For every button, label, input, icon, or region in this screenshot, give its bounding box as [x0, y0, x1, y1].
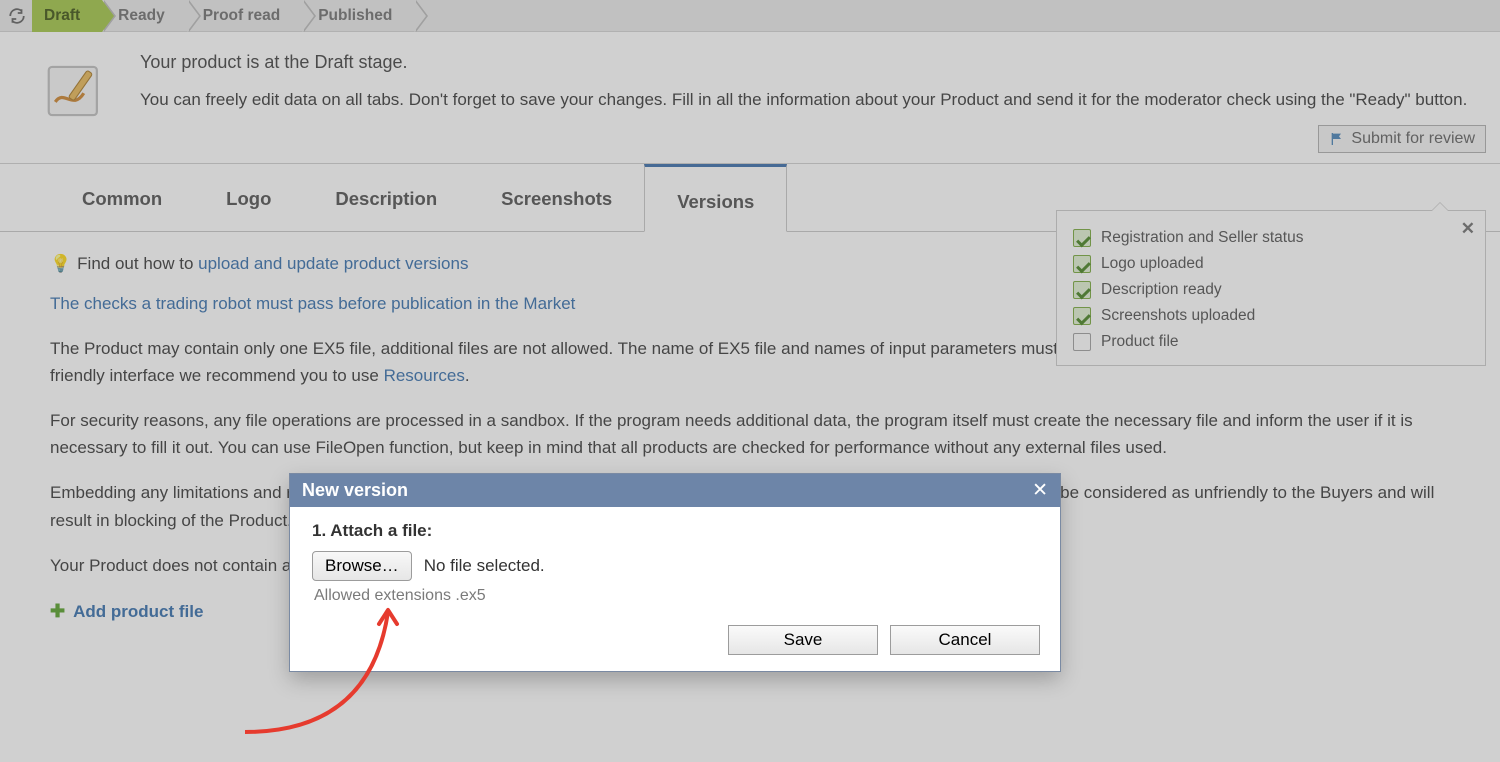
- cancel-button[interactable]: Cancel: [890, 625, 1040, 655]
- browse-button[interactable]: Browse…: [312, 551, 412, 581]
- save-button[interactable]: Save: [728, 625, 878, 655]
- step-label: 1. Attach a file:: [312, 521, 1038, 541]
- allowed-extensions: Allowed extensions .ex5: [314, 587, 1038, 605]
- dialog-title: New version: [302, 480, 408, 501]
- file-status: No file selected.: [424, 556, 545, 576]
- new-version-dialog: New version ✕ 1. Attach a file: Browse… …: [290, 474, 1060, 671]
- close-icon[interactable]: ✕: [1032, 479, 1048, 502]
